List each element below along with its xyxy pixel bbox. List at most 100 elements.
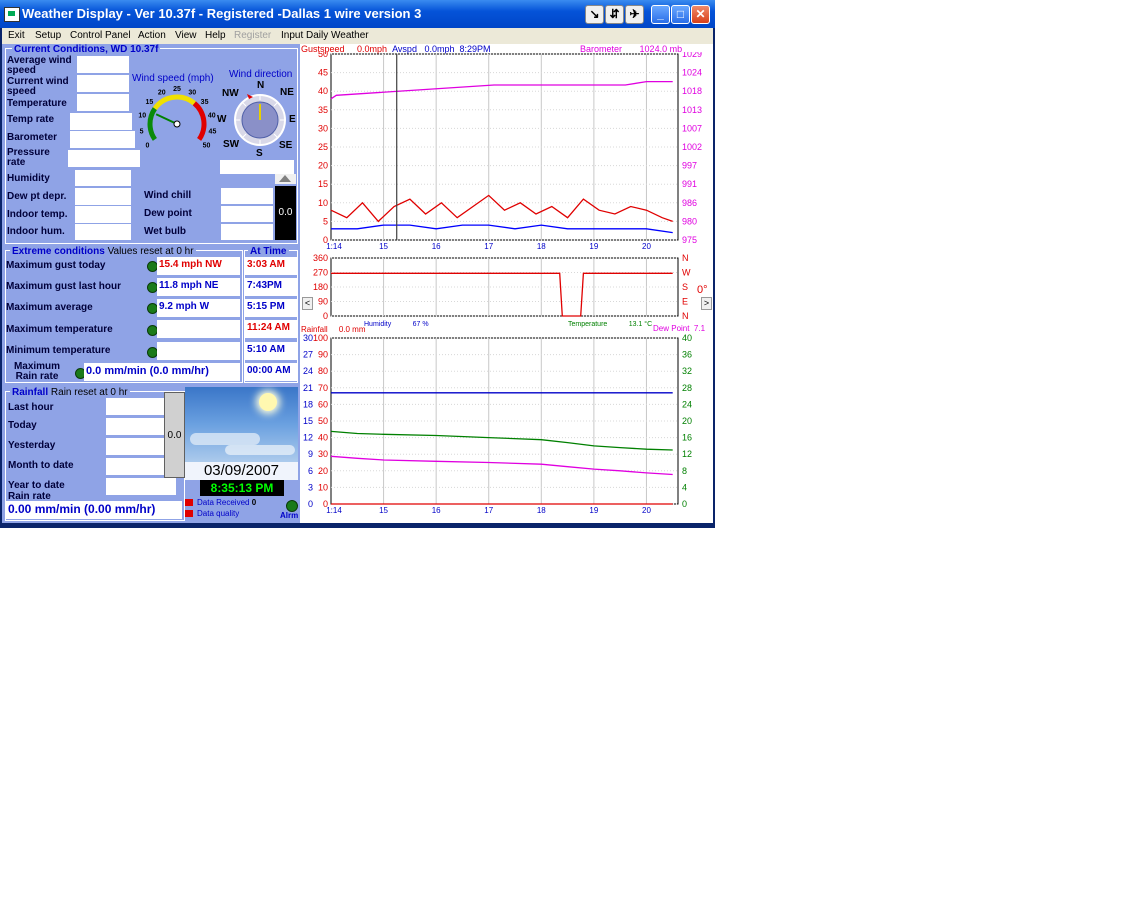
rain-label: Yesterday bbox=[8, 440, 56, 451]
y-tick-label: 15 bbox=[303, 416, 313, 426]
gauge-scale-label: 50 bbox=[203, 143, 211, 150]
rain-value bbox=[106, 418, 164, 435]
rain-rate-box: 0.00 mm/min (0.00 mm/hr) bbox=[6, 501, 182, 519]
menu-input-daily-weather[interactable]: Input Daily Weather bbox=[281, 30, 369, 41]
rain-label: Year to date bbox=[8, 480, 65, 491]
y-tick-label: 90 bbox=[318, 297, 328, 307]
y-tick-label: 8 bbox=[682, 466, 687, 476]
menu-control-panel[interactable]: Control Panel bbox=[70, 30, 131, 41]
y-tick-label: 60 bbox=[318, 399, 328, 409]
y-tick-label: N bbox=[682, 254, 689, 263]
y-tick-label: W bbox=[682, 268, 691, 278]
y-tick-label: 975 bbox=[682, 235, 697, 245]
pin-icon[interactable]: ✈ bbox=[625, 5, 644, 24]
date-display: 03/09/2007 bbox=[185, 462, 298, 480]
rain-value bbox=[106, 438, 164, 455]
extremes-title: Extreme conditions Values reset at 0 hr bbox=[10, 246, 196, 257]
humidity-header: Humidity 67 % bbox=[364, 321, 429, 328]
dew-depr-value bbox=[75, 188, 131, 205]
y-tick-label: 180 bbox=[313, 282, 328, 292]
y-tick-label: 50 bbox=[318, 52, 328, 59]
data-quality-indicator bbox=[185, 510, 193, 517]
gauge-scale-label: 5 bbox=[140, 128, 144, 135]
wind-chill-label: Wind chill bbox=[144, 190, 192, 201]
close-button[interactable]: ✕ bbox=[691, 5, 710, 24]
gauge-readout: 0.0 bbox=[275, 186, 296, 240]
menu-help[interactable]: Help bbox=[205, 30, 226, 41]
y-tick-label: S bbox=[682, 282, 688, 292]
alarm-label: Alrm bbox=[280, 511, 299, 520]
extreme-time-box: 11:24 AM bbox=[245, 320, 297, 338]
temperature-header: Temperature 13.1 °C bbox=[568, 321, 653, 328]
indoor-hum-value bbox=[75, 224, 131, 240]
gauge-yellow-band bbox=[152, 94, 196, 111]
y-tick-label: 0 bbox=[308, 499, 313, 509]
scroll-left-button[interactable]: < bbox=[302, 297, 313, 310]
compass-se: SE bbox=[279, 140, 293, 151]
y-tick-label: 16 bbox=[682, 433, 692, 443]
y-tick-label: 1013 bbox=[682, 105, 702, 115]
gauge-red-band bbox=[192, 101, 207, 141]
extreme-time: 7:43PM bbox=[247, 280, 283, 291]
temp-rate-label: Temp rate bbox=[7, 114, 55, 125]
compass-ne: NE bbox=[280, 87, 294, 98]
x-tick-label: 15 bbox=[379, 242, 388, 251]
humidity-label: Humidity bbox=[7, 173, 50, 184]
y-tick-label: 28 bbox=[682, 383, 692, 393]
y-tick-label: 18 bbox=[303, 399, 313, 409]
y-tick-label: 20 bbox=[318, 161, 328, 171]
wind-speed-gauge: 05101520 25 3035404550 bbox=[138, 86, 217, 150]
x-tick-label: 1:14 bbox=[326, 506, 342, 515]
extreme-value-box: 0.0 mm/min (0.0 mm/hr) bbox=[84, 363, 240, 381]
menu-view[interactable]: View bbox=[175, 30, 197, 41]
compass-n: N bbox=[257, 80, 265, 91]
y-tick-label: 3 bbox=[308, 482, 313, 492]
data-received-label: Data Received 0 bbox=[197, 498, 257, 507]
y-tick-label: 30 bbox=[318, 123, 328, 133]
y-tick-label: E bbox=[682, 297, 688, 307]
rain-value bbox=[106, 478, 176, 495]
pressure-rate-label: Pressure rate bbox=[7, 147, 50, 168]
x-tick-label: 16 bbox=[432, 506, 441, 515]
scroll-right-button[interactable]: > bbox=[701, 297, 712, 310]
extreme-time-box: 00:00 AM bbox=[245, 363, 297, 381]
y-tick-label: 21 bbox=[303, 383, 313, 393]
rain-label: Month to date bbox=[8, 460, 74, 471]
gauge-hub bbox=[173, 120, 181, 128]
minimize-button[interactable]: _ bbox=[651, 5, 670, 24]
title-bar[interactable]: Weather Display - Ver 10.37f - Registere… bbox=[0, 0, 715, 28]
extreme-value: 15.4 mph NW bbox=[159, 259, 222, 270]
gauge-scale-label: 20 bbox=[158, 89, 166, 96]
gauge-up-arrow[interactable] bbox=[275, 174, 296, 184]
x-tick-label: 17 bbox=[484, 242, 493, 251]
charts-panel: Gustspeed 0.0mph Avspd 0.0mph 8:29PM Bar… bbox=[300, 44, 713, 523]
sky-image bbox=[185, 387, 298, 469]
sun-icon bbox=[259, 393, 277, 411]
gauge-scale-label: 45 bbox=[209, 128, 217, 135]
extreme-time-box: 5:10 AM bbox=[245, 342, 297, 360]
tray-icon[interactable]: ⇵ bbox=[605, 5, 624, 24]
y-tick-label: 997 bbox=[682, 161, 697, 171]
wet-bulb-value bbox=[221, 224, 273, 240]
maximize-button[interactable]: □ bbox=[671, 5, 690, 24]
temperature-value bbox=[77, 94, 129, 111]
humidity-value bbox=[75, 170, 131, 186]
x-tick-label: 19 bbox=[589, 242, 598, 251]
rain-label: Last hour bbox=[8, 402, 54, 413]
menu-action[interactable]: Action bbox=[138, 30, 166, 41]
snap-icon[interactable]: ↘ bbox=[585, 5, 604, 24]
gauge-scale-label: 15 bbox=[146, 99, 154, 106]
menu-setup[interactable]: Setup bbox=[35, 30, 61, 41]
current-conditions-title: Current Conditions, WD 10.37f bbox=[12, 44, 161, 55]
y-tick-label: N bbox=[682, 311, 689, 321]
extreme-label: Maximum Rain rate bbox=[13, 361, 61, 382]
extreme-label: Maximum gust last hour bbox=[6, 281, 122, 292]
menu-register[interactable]: Register bbox=[234, 30, 271, 41]
app-icon[interactable] bbox=[4, 7, 20, 22]
compass-w: W bbox=[217, 114, 227, 125]
data-quality-label: Data quality bbox=[197, 509, 240, 518]
rain-gauge: 0.0 bbox=[164, 392, 185, 478]
rainfall-title: Rainfall Rain reset at 0 hr bbox=[10, 387, 130, 398]
rain-value bbox=[106, 398, 164, 415]
menu-exit[interactable]: Exit bbox=[8, 30, 25, 41]
